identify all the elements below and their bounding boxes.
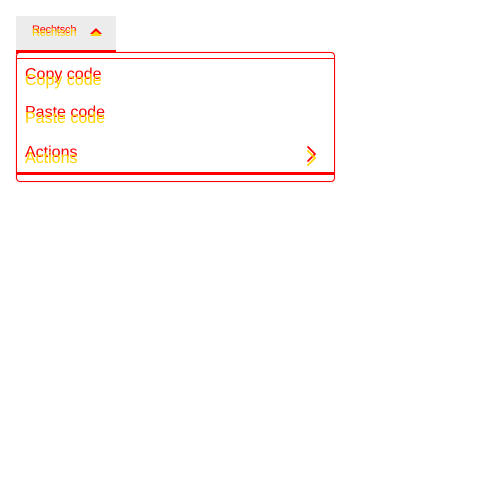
menu-item-actions[interactable]: Actions Actions <box>25 145 326 175</box>
menu-item-label-actions: Actions Actions <box>25 145 165 175</box>
caret-up-icon <box>90 28 102 38</box>
dropdown-panel: Copy code Copy code Paste code Paste cod… <box>16 52 335 182</box>
menu-item-copy-code[interactable]: Copy code Copy code <box>25 67 326 97</box>
menu-item-paste-code[interactable]: Paste code Paste code <box>25 105 326 135</box>
menu-trigger-label-yellow: Rechtsch <box>32 27 77 39</box>
menu-item-label-paste-code: Paste code Paste code <box>25 105 165 135</box>
menu-item-label-paste-code-yellow: Paste code <box>25 110 106 127</box>
menu-trigger-label: Rechtsch Rechtsch <box>32 25 84 41</box>
page: Rechtsch Rechtsch Copy code Copy code Pa… <box>0 0 500 500</box>
menu-trigger-button[interactable]: Rechtsch Rechtsch <box>16 16 116 54</box>
menu-item-label-copy-code: Copy code Copy code <box>25 67 165 97</box>
dropdown-top-rule <box>17 58 334 59</box>
dropdown-bottom-rule <box>17 172 334 175</box>
menu-item-label-copy-code-yellow: Copy code <box>25 72 102 89</box>
chevron-right-icon <box>306 145 318 167</box>
menu-item-label-actions-yellow: Actions <box>25 150 78 167</box>
